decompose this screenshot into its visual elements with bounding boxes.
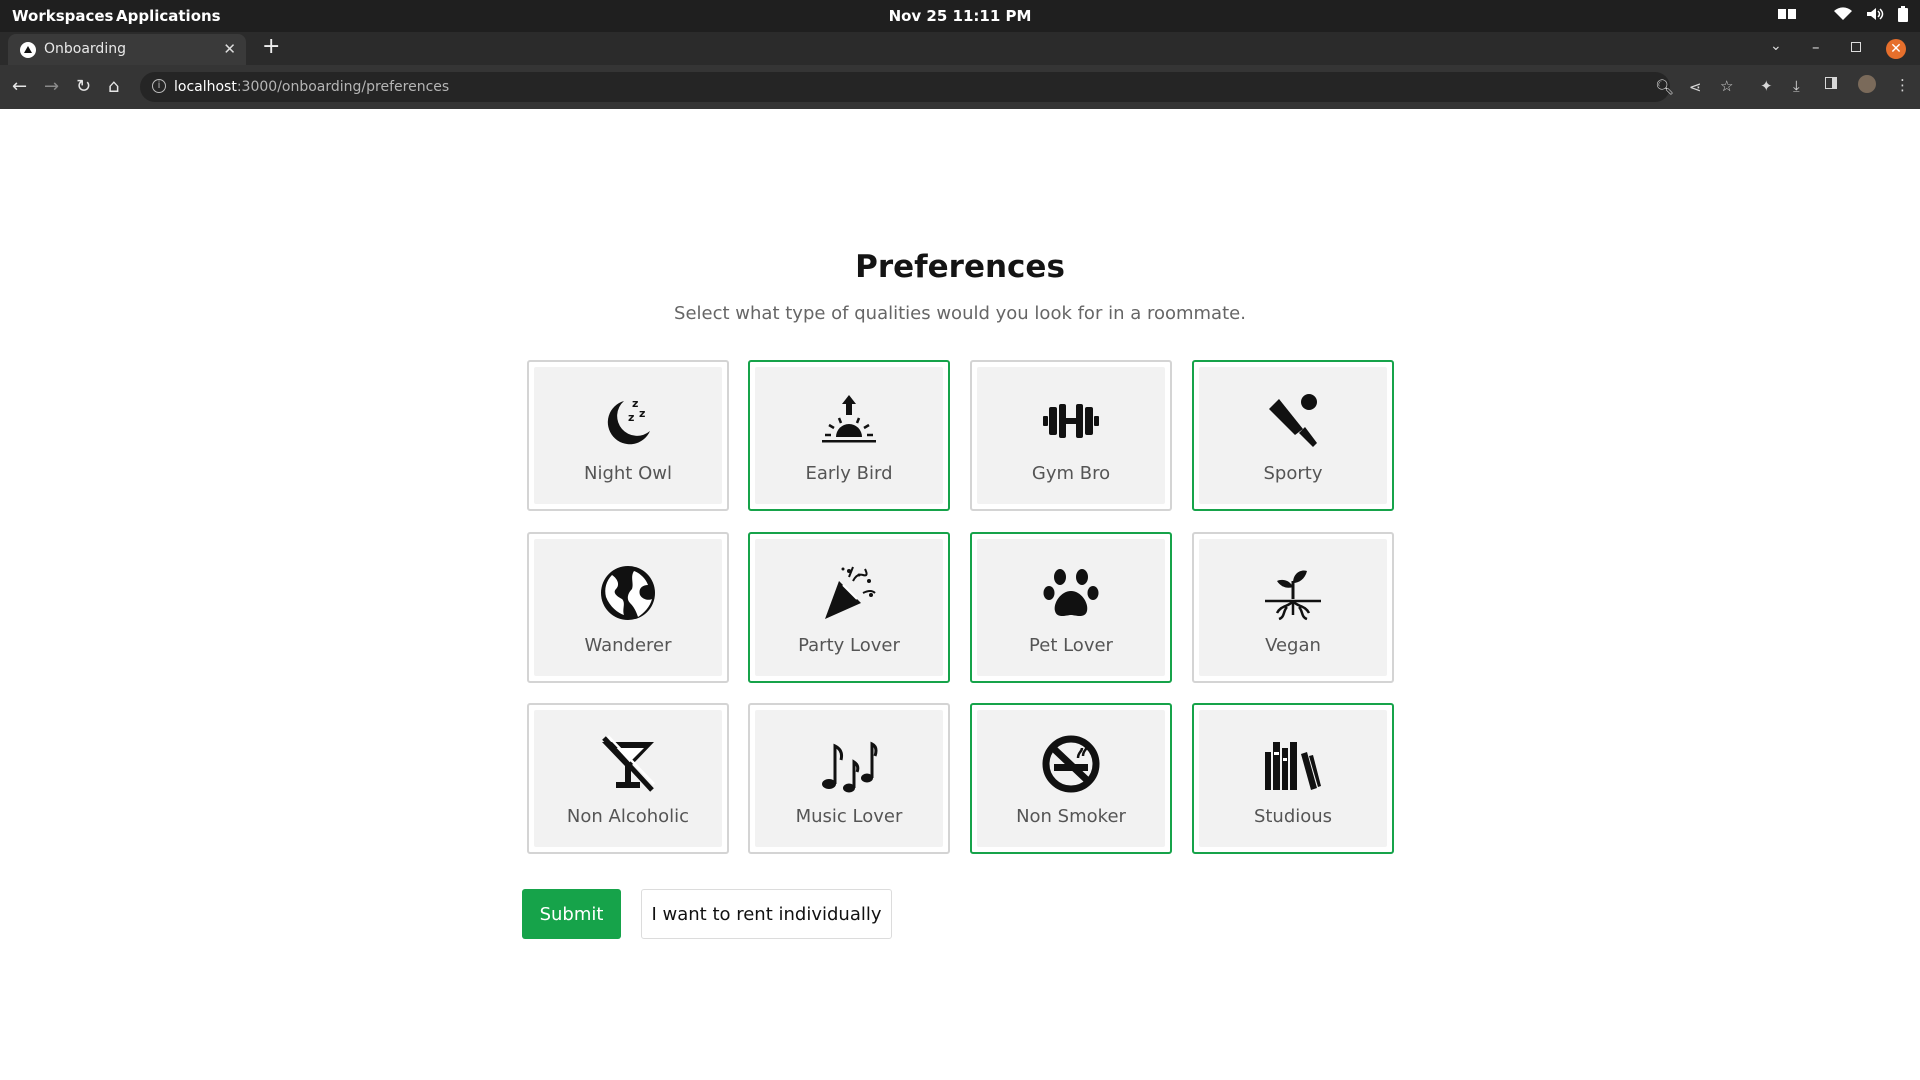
download-icon[interactable]: ⤓ [1793,77,1800,95]
new-tab-button[interactable]: + [262,36,280,58]
svg-text:z: z [632,397,638,410]
party-popper-icon [819,563,879,623]
dumbbell-icon [1041,391,1101,451]
system-clock: Nov 25 11:11 PM [888,7,1032,25]
card-label: Music Lover [795,806,903,827]
wifi-icon[interactable] [1834,7,1852,21]
url-text[interactable]: localhost:3000/onboarding/preferences [174,79,449,95]
tab-close-icon[interactable]: ✕ [223,40,236,58]
svg-text:z: z [639,407,645,420]
card-body: Studious [1199,710,1387,847]
preference-card-party-lover[interactable]: Party Lover [748,532,950,683]
card-label: Vegan [1265,635,1321,656]
layout-icon[interactable] [1778,8,1796,20]
card-body: z z z Night Owl [534,367,722,504]
card-body: Music Lover [755,710,943,847]
reload-icon[interactable]: ↻ [76,77,91,97]
preference-card-early-bird[interactable]: Early Bird [748,360,950,511]
url-host: localhost [174,79,237,95]
address-bar[interactable]: i localhost:3000/onboarding/preferences … [140,72,1674,102]
browser-tab-strip: Onboarding ✕ [0,32,1920,65]
globe-icon [598,563,658,623]
battery-icon[interactable] [1898,6,1908,22]
preference-card-sporty[interactable]: Sporty [1192,360,1394,511]
preference-card-non-alcoholic[interactable]: Non Alcoholic [527,703,729,854]
close-window-icon[interactable]: ✕ [1886,39,1906,59]
preference-card-studious[interactable]: Studious [1192,703,1394,854]
card-body: Vegan [1199,539,1387,676]
workspaces-menu[interactable]: Workspaces [12,7,113,25]
paw-icon [1041,563,1101,623]
extensions-icon[interactable]: ✦ [1760,77,1773,95]
back-icon[interactable]: ← [12,77,27,97]
preference-card-night-owl[interactable]: z z z Night Owl [527,360,729,511]
maximize-window-icon[interactable] [1851,42,1861,52]
system-tray [1778,6,1908,22]
card-body: Pet Lover [977,539,1165,676]
zoom-icon[interactable]: 🔍︎ [1655,78,1674,96]
browser-toolbar: ← → ↻ ⌂ i localhost:3000/onboarding/pref… [0,65,1920,109]
music-notes-icon [819,734,879,794]
system-top-bar: Workspaces Applications Nov 25 11:11 PM [0,0,1920,32]
card-body: Non Smoker [977,710,1165,847]
card-label: Party Lover [798,635,900,656]
minimize-window-icon[interactable]: – [1812,38,1820,56]
preference-card-pet-lover[interactable]: Pet Lover [970,532,1172,683]
volume-icon[interactable] [1866,7,1884,21]
favicon-icon [20,42,36,58]
svg-text:z: z [628,411,634,424]
card-body: Non Alcoholic [534,710,722,847]
no-cocktail-icon [598,734,658,794]
bookmark-star-icon[interactable]: ☆ [1720,77,1733,95]
preference-card-music-lover[interactable]: Music Lover [748,703,950,854]
home-icon[interactable]: ⌂ [108,77,119,97]
moon-sleep-icon: zzz [598,391,658,451]
card-label: Pet Lover [1029,635,1113,656]
tab-search-icon[interactable]: ⌄ [1770,38,1782,54]
card-body: Sporty [1199,367,1387,504]
preference-card-gym-bro[interactable]: Gym Bro [970,360,1172,511]
applications-menu[interactable]: Applications [116,7,221,25]
url-path: :3000/onboarding/preferences [236,79,450,95]
card-label: Non Alcoholic [566,806,690,827]
submit-button[interactable]: Submit [522,889,621,939]
tab-title: Onboarding [44,41,126,57]
cricket-bat-icon [1263,391,1323,451]
sunrise-icon [819,391,879,451]
profile-avatar[interactable] [1858,75,1876,93]
card-label: Sporty [1263,463,1323,484]
card-body: Party Lover [755,539,943,676]
browser-tab[interactable]: Onboarding ✕ [8,34,246,65]
sprout-icon [1263,563,1323,623]
preference-card-vegan[interactable]: Vegan [1192,532,1394,683]
menu-kebab-icon[interactable]: ⋮ [1895,76,1910,94]
card-label: Studious [1253,806,1333,827]
no-smoking-icon [1041,734,1101,794]
site-info-icon[interactable]: i [152,79,166,93]
share-icon[interactable]: ⋖ [1689,78,1702,96]
card-label: Night Owl [584,463,672,484]
rent-individually-button[interactable]: I want to rent individually [641,889,892,939]
page-title: Preferences [855,249,1065,285]
preference-card-non-smoker[interactable]: Non Smoker [970,703,1172,854]
card-label: Non Smoker [1016,806,1126,827]
card-body: Gym Bro [977,367,1165,504]
page-subtitle: Select what type of qualities would you … [674,303,1246,324]
card-body: Early Bird [755,367,943,504]
card-label: Gym Bro [1031,463,1111,484]
books-icon [1263,734,1323,794]
card-label: Early Bird [805,463,893,484]
card-body: Wanderer [534,539,722,676]
forward-icon[interactable]: → [44,77,59,97]
card-label: Wanderer [584,635,672,656]
preference-card-wanderer[interactable]: Wanderer [527,532,729,683]
side-panel-icon[interactable] [1825,77,1837,89]
